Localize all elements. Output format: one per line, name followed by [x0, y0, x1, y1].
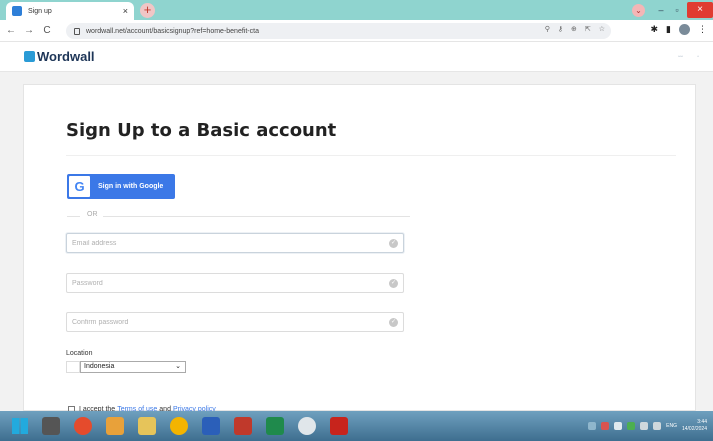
minimize-button[interactable]: –: [653, 5, 669, 15]
opera-icon[interactable]: [74, 417, 92, 435]
window-controls: ⌄ – ▫ ×: [632, 0, 713, 20]
password-field[interactable]: [72, 279, 372, 287]
confirm-password-field[interactable]: [72, 318, 372, 326]
location-label: Location: [66, 350, 93, 357]
search-icon[interactable]: ⚲: [545, 25, 550, 33]
back-button[interactable]: ←: [4, 25, 18, 36]
url-text: wordwall.net/account/basicsignup?ref=hom…: [86, 27, 259, 35]
reload-button[interactable]: C: [40, 25, 54, 36]
wordwall-logo-icon[interactable]: [24, 51, 35, 62]
task-view-icon[interactable]: [42, 417, 60, 435]
restore-button[interactable]: ▫: [669, 5, 685, 15]
share-icon[interactable]: ⇱: [585, 25, 591, 33]
chrome-icon[interactable]: [170, 417, 188, 435]
tab-search-icon[interactable]: ⌄: [632, 3, 645, 17]
or-line-left: [67, 216, 80, 217]
zoom-icon[interactable]: ⊕: [571, 25, 577, 33]
forward-button[interactable]: →: [22, 25, 36, 36]
google-icon: G: [69, 176, 90, 197]
google-signin-button[interactable]: G Sign in with Google: [67, 174, 175, 199]
tray-icon[interactable]: [601, 422, 610, 430]
bookmark-star-icon[interactable]: ☆: [599, 25, 605, 33]
email-field[interactable]: [72, 239, 372, 247]
system-tray: ENG 3:44 14/02/2024: [588, 411, 713, 441]
clock[interactable]: 3:44 14/02/2024: [682, 419, 707, 433]
tray-icon[interactable]: [614, 422, 623, 430]
network-icon[interactable]: [640, 422, 649, 430]
location-value: Indonesia: [84, 363, 115, 370]
app-icon-orange[interactable]: [106, 417, 124, 435]
chevron-down-icon: ⌄: [175, 363, 181, 370]
or-text: OR: [87, 211, 98, 218]
email-field-wrapper: ✓: [66, 233, 404, 253]
title-divider: [66, 155, 676, 156]
tab-close-icon[interactable]: ×: [123, 6, 128, 16]
url-bar-icons: ⚲ ⚷ ⊕ ⇱ ☆: [545, 25, 605, 33]
password-check-icon: ✓: [389, 279, 398, 288]
key-icon[interactable]: ⚷: [558, 25, 563, 33]
side-panel-icon[interactable]: ▮: [666, 24, 671, 35]
url-bar[interactable]: wordwall.net/account/basicsignup?ref=hom…: [66, 23, 611, 39]
header-links: ▫▫▫ ▫: [678, 54, 699, 60]
header-link-2[interactable]: ▫: [697, 54, 699, 60]
volume-icon[interactable]: [653, 422, 662, 430]
extensions-icon[interactable]: ✱: [651, 24, 659, 35]
browser-tab-strip: Sign up × + ⌄ – ▫ ×: [0, 0, 713, 20]
tray-icon[interactable]: [627, 422, 636, 430]
acrobat-icon[interactable]: [330, 417, 348, 435]
app-icon-red[interactable]: [234, 417, 252, 435]
wordwall-favicon-icon: [12, 6, 22, 16]
windows-start-icon[interactable]: [12, 418, 28, 434]
new-tab-button[interactable]: +: [140, 3, 155, 18]
page-title: Sign Up to a Basic account: [66, 120, 337, 141]
country-flag-icon: [66, 361, 80, 373]
browser-tab[interactable]: Sign up ×: [6, 2, 134, 20]
location-select[interactable]: Indonesia ⌄: [80, 361, 186, 373]
confirm-password-field-wrapper: ✓: [66, 312, 404, 332]
password-field-wrapper: ✓: [66, 273, 404, 293]
clock-time: 3:44: [697, 419, 707, 425]
confirm-check-icon: ✓: [389, 318, 398, 327]
word-icon[interactable]: [202, 417, 220, 435]
header-link-1[interactable]: ▫▫▫: [678, 54, 683, 60]
taskbar: ENG 3:44 14/02/2024: [0, 411, 713, 441]
or-line-right: [103, 216, 410, 217]
lock-icon[interactable]: [74, 27, 80, 35]
extension-icons: ✱ ▮ ⋮: [651, 24, 707, 35]
tab-title: Sign up: [28, 7, 52, 15]
tray-icon[interactable]: [588, 422, 597, 430]
profile-avatar[interactable]: [679, 24, 690, 35]
language-indicator[interactable]: ENG: [666, 423, 677, 429]
wordwall-logo[interactable]: Wordwall: [37, 49, 95, 64]
clock-date: 14/02/2024: [681, 426, 707, 432]
email-check-icon: ✓: [389, 239, 398, 248]
address-bar-row: ← → C wordwall.net/account/basicsignup?r…: [0, 20, 713, 42]
close-window-button[interactable]: ×: [687, 2, 713, 18]
menu-kebab-icon[interactable]: ⋮: [698, 24, 707, 35]
site-header: Wordwall ▫▫▫ ▫: [0, 42, 713, 72]
or-divider: OR: [67, 211, 410, 221]
excel-icon[interactable]: [266, 417, 284, 435]
file-explorer-icon[interactable]: [138, 417, 156, 435]
chrome-active-icon[interactable]: [298, 417, 316, 435]
google-signin-label: Sign in with Google: [98, 183, 164, 190]
